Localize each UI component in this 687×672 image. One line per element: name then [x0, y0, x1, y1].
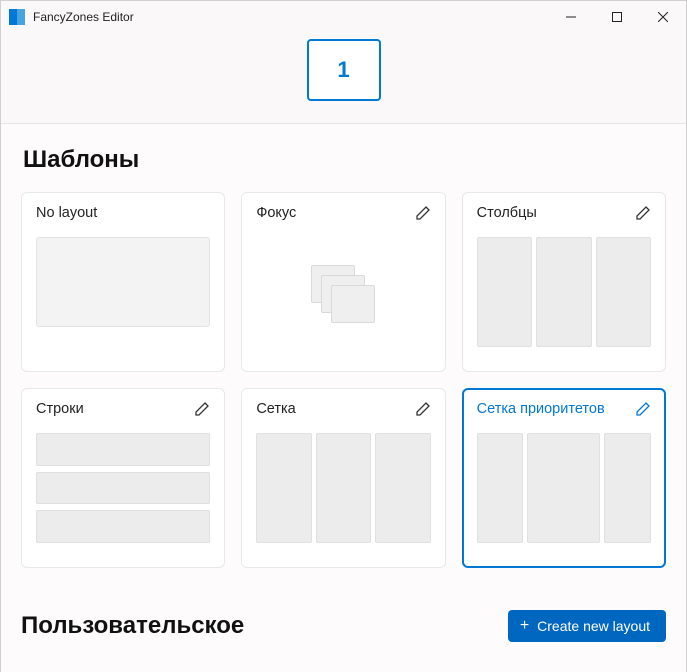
template-label: Фокус	[256, 205, 296, 221]
template-label: No layout	[36, 205, 97, 221]
close-button[interactable]	[640, 1, 686, 33]
template-card-priority-grid[interactable]: Сетка приоритетов	[462, 388, 666, 568]
create-new-layout-button[interactable]: + Create new layout	[508, 610, 666, 642]
monitor-preview[interactable]: 1	[307, 39, 381, 101]
window-controls	[548, 1, 686, 33]
templates-grid: No layout Фокус Столбцы	[21, 192, 666, 568]
titlebar: FancyZones Editor	[1, 1, 686, 33]
pencil-icon[interactable]	[415, 401, 431, 417]
content-scroll[interactable]: Шаблоны No layout Фокус	[1, 124, 686, 672]
template-card-grid[interactable]: Сетка	[241, 388, 445, 568]
plus-icon: +	[520, 618, 529, 634]
template-label: Сетка	[256, 401, 295, 417]
pencil-icon[interactable]	[635, 401, 651, 417]
custom-heading: Пользовательское	[21, 612, 244, 640]
minimize-button[interactable]	[548, 1, 594, 33]
template-card-columns[interactable]: Столбцы	[462, 192, 666, 372]
layout-preview-grid	[256, 433, 430, 543]
template-card-focus[interactable]: Фокус	[241, 192, 445, 372]
layout-preview-priority	[477, 433, 651, 543]
pencil-icon[interactable]	[635, 205, 651, 221]
template-card-rows[interactable]: Строки	[21, 388, 225, 568]
layout-preview-rows	[36, 433, 210, 543]
monitor-number: 1	[337, 57, 349, 83]
layout-preview-blank	[36, 237, 210, 327]
templates-heading: Шаблоны	[23, 146, 666, 174]
create-layout-label: Create new layout	[537, 618, 650, 634]
window-title: FancyZones Editor	[33, 10, 134, 24]
template-label: Строки	[36, 401, 84, 417]
template-label: Столбцы	[477, 205, 537, 221]
layout-preview-columns	[477, 237, 651, 347]
monitor-header: 1	[1, 33, 686, 124]
pencil-icon[interactable]	[415, 205, 431, 221]
template-card-no-layout[interactable]: No layout	[21, 192, 225, 372]
maximize-button[interactable]	[594, 1, 640, 33]
layout-preview-focus	[311, 265, 375, 323]
app-icon	[9, 9, 25, 25]
pencil-icon[interactable]	[194, 401, 210, 417]
template-label: Сетка приоритетов	[477, 401, 605, 417]
